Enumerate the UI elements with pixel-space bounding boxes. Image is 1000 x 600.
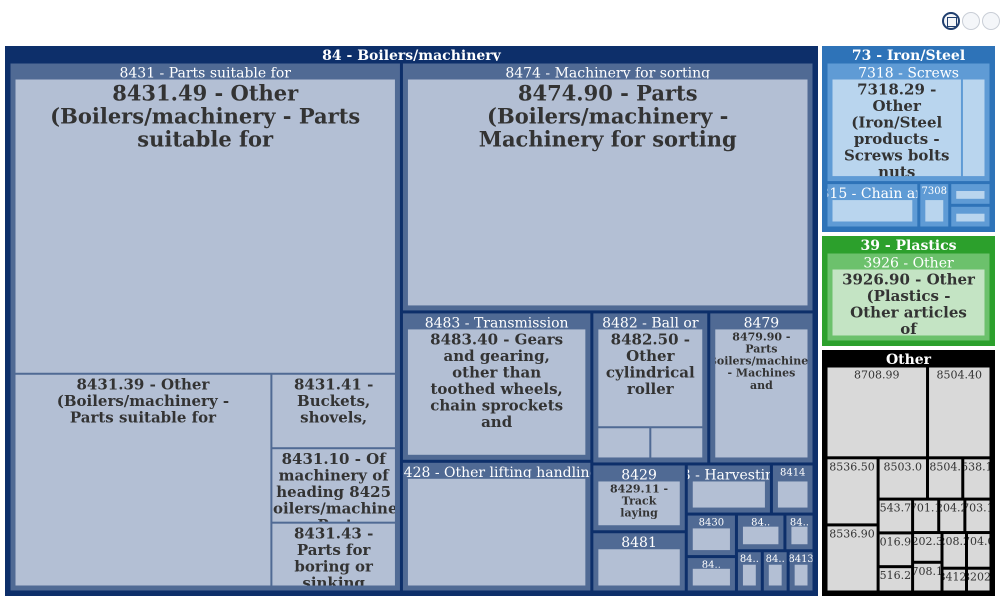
- node[interactable]: 8482 - Ball or8482.50 -Other cylindrical r…: [593, 313, 708, 463]
- treemap-chart: 84 - Boilers/machinery8431 - Parts suita…: [5, 46, 995, 600]
- group-3: Other8708.99 8504.408536.508536.908503.0 8…: [822, 350, 995, 596]
- leaf-tile: [956, 191, 985, 199]
- node[interactable]: 7315 - Chain and: [812, 184, 934, 227]
- leaf[interactable]: 8536.50: [827, 459, 877, 524]
- leaf-tile: [742, 526, 779, 545]
- node[interactable]: 84298429.11 -Track laying: [593, 465, 685, 531]
- node[interactable]: 3926 - Other3926.90 - Other (Plastics -Ot…: [827, 253, 990, 341]
- leaf-tile: [794, 564, 808, 586]
- leaf-label: 8431.39 - Other (Boilers/machinery -Parts…: [57, 376, 229, 427]
- node[interactable]: 84..: [687, 558, 735, 591]
- leaf-tile: [692, 568, 730, 586]
- node[interactable]: 8431 - Parts suitable for8431.49 - Other…: [10, 63, 416, 600]
- node[interactable]: 84..: [737, 515, 784, 550]
- leaf-label: 8536.90: [829, 527, 875, 540]
- leaf-label: 8431.41 -Buckets, shovels,: [294, 376, 373, 427]
- node-title: 8413: [788, 554, 813, 565]
- leaf-tile: [692, 481, 765, 508]
- node[interactable]: 8483 - Transmission8483.40 - Gears and ge…: [402, 313, 591, 460]
- leaf-tile: [598, 428, 650, 458]
- leaf-label: 8503.0: [884, 460, 923, 473]
- group-0: 84 - Boilers/machinery8431 - Parts suita…: [5, 46, 821, 600]
- node[interactable]: 84..: [786, 515, 813, 550]
- node[interactable]: 8430: [687, 515, 735, 556]
- node-title: 84..: [766, 554, 785, 565]
- node[interactable]: 84..: [763, 552, 787, 591]
- node[interactable]: 84798479.90 -Parts (Boilers/machinery - Ma…: [702, 313, 821, 463]
- node[interactable]: 8474 - Machinery for sorting8474.90 - Pa…: [402, 63, 813, 311]
- leaf-tile: [742, 564, 756, 586]
- leaf-tile: [777, 481, 808, 508]
- node-title: 84..: [740, 554, 759, 565]
- node-title: 7308: [922, 186, 947, 197]
- leaf[interactable]: 8504.: [928, 459, 962, 498]
- leaf[interactable]: 8536.90: [827, 526, 877, 591]
- leaf-label: 8504.40: [937, 369, 983, 382]
- leaf-tile: [956, 213, 985, 222]
- node-title: 8430: [699, 518, 724, 529]
- leaf-tile: [962, 79, 985, 177]
- node[interactable]: 8428 - Other lifting handling: [395, 462, 599, 591]
- node[interactable]: 8414: [772, 465, 813, 513]
- node[interactable]: 84..: [737, 552, 761, 591]
- group-2: 39 - Plastics3926 - Other3926.90 - Other…: [822, 236, 995, 346]
- leaf-label: 8504.: [929, 460, 961, 473]
- leaf-tile: [692, 528, 730, 551]
- leaf-tile: [925, 200, 944, 222]
- leaf[interactable]: 8708.99: [827, 367, 927, 457]
- group-1: 73 - Iron/Steel7318 - Screws7318.29 -Oth…: [812, 46, 995, 232]
- node-title: 8414: [780, 467, 805, 478]
- node[interactable]: 7318 - Screws7318.29 -Other (Iron/Steel pr…: [827, 63, 990, 182]
- leaf-label: 8536.50: [829, 460, 875, 473]
- node[interactable]: [951, 206, 990, 227]
- leaf-tile: [598, 549, 680, 586]
- leaf-tile: [832, 200, 913, 222]
- leaf[interactable]: 8503.0: [879, 459, 926, 498]
- node[interactable]: [951, 184, 990, 204]
- leaf-tile: [768, 564, 782, 586]
- leaf-label: 8708.99: [854, 369, 900, 382]
- leaf[interactable]: 8504.40: [929, 367, 990, 457]
- node[interactable]: 7308: [920, 184, 949, 227]
- leaf-tile: [651, 428, 703, 458]
- leaf-tile: [407, 478, 586, 586]
- leaf-tile: [791, 526, 808, 545]
- node[interactable]: 8413: [788, 552, 813, 591]
- node[interactable]: 8481: [593, 533, 685, 591]
